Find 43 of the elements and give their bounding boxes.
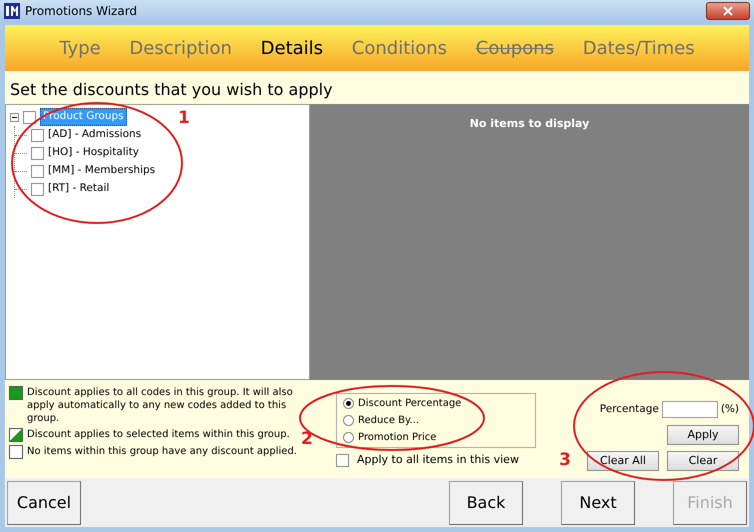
- close-button[interactable]: [706, 2, 750, 20]
- annotation-number: 1: [178, 107, 190, 130]
- radio-button[interactable]: [343, 398, 354, 409]
- clear-button[interactable]: Clear: [667, 450, 739, 471]
- empty-swatch-icon: [9, 445, 23, 459]
- clear-all-button[interactable]: Clear All: [587, 450, 659, 471]
- app-logo-icon: [4, 3, 20, 19]
- radio-label: Promotion Price: [358, 431, 436, 445]
- apply-button[interactable]: Apply: [667, 425, 739, 445]
- annotation-number: 2: [301, 428, 313, 451]
- annotation-number: 3: [559, 449, 571, 472]
- tree-checkbox[interactable]: [31, 164, 44, 178]
- window-title: Promotions Wizard: [25, 3, 138, 20]
- checkbox[interactable]: [336, 454, 349, 467]
- tree-item[interactable]: [RT] - Retail: [48, 181, 110, 197]
- tree-item[interactable]: [AD] - Admissions: [48, 127, 142, 143]
- checkbox-label: Apply to all items in this view: [357, 452, 519, 468]
- tree-item[interactable]: [MM] - Memberships: [48, 163, 156, 179]
- radio-button[interactable]: [343, 415, 354, 426]
- tree-checkbox[interactable]: [31, 146, 44, 160]
- empty-message: No items to display: [470, 117, 590, 130]
- wizard-tab[interactable]: Details: [260, 34, 324, 62]
- radio-button[interactable]: [343, 432, 354, 443]
- unit-label: (%): [720, 402, 739, 417]
- legend-text: Discount applies to all codes in this group. It will also apply automatically to any new codes added to this group.: [27, 386, 294, 425]
- next-button[interactable]: Next: [561, 480, 635, 524]
- tree-checkbox[interactable]: [31, 128, 44, 142]
- tree-checkbox[interactable]: [23, 110, 36, 124]
- radio-label: Discount Percentage: [358, 397, 462, 411]
- tree-checkbox[interactable]: [31, 182, 44, 196]
- cancel-button[interactable]: Cancel: [7, 480, 81, 524]
- legend-text: Discount applies to selected items within this group.: [27, 428, 290, 441]
- percentage-field[interactable]: [662, 401, 718, 418]
- full-swatch-icon: [9, 386, 23, 400]
- radio-label: Reduce By...: [358, 414, 420, 428]
- percentage-label: Percentage: [600, 402, 659, 417]
- instruction-text: Set the discounts that you wish to apply: [9, 79, 334, 101]
- tree-item[interactable]: [HO] - Hospitality: [48, 145, 139, 161]
- partial-swatch-icon: [9, 428, 23, 442]
- close-icon: [723, 6, 733, 16]
- legend-text: No items within this group have any discount applied.: [27, 445, 297, 458]
- back-button[interactable]: Back: [449, 480, 523, 524]
- collapse-icon[interactable]: [10, 112, 19, 122]
